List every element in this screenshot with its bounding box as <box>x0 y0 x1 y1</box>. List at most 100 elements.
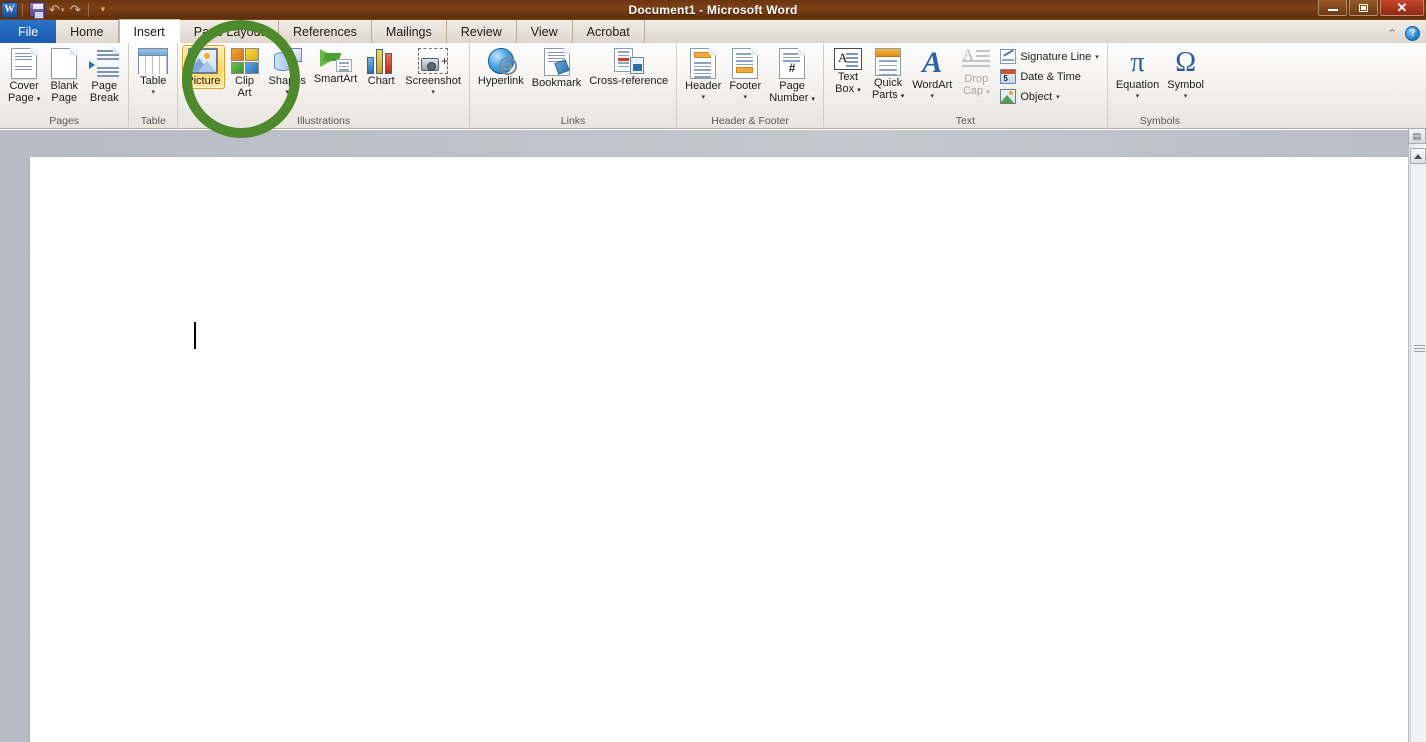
equation-icon: π <box>1130 47 1145 78</box>
chevron-down-icon: ▾ <box>701 93 705 101</box>
chevron-down-icon: ▾ <box>811 95 815 103</box>
header-icon <box>690 48 717 79</box>
close-button[interactable]: ✕ <box>1380 0 1424 16</box>
equation-button[interactable]: π Equation ▾ <box>1112 45 1163 101</box>
title-bar: W ↶ ▾ ↷ ▾ Document1 - Microsoft Word ✕ <box>0 0 1426 19</box>
wordart-label: WordArt <box>912 79 953 91</box>
bookmark-icon <box>543 48 570 76</box>
clip-art-button[interactable]: Clip Art <box>225 45 265 100</box>
page-number-label-2: Number ▾ <box>769 91 815 104</box>
symbol-button[interactable]: Ω Symbol ▾ <box>1163 45 1208 101</box>
redo-icon: ↷ <box>69 1 81 17</box>
tab-insert[interactable]: Insert <box>118 19 180 43</box>
quick-parts-button[interactable]: Quick Parts ▾ <box>868 45 908 103</box>
window-controls: ✕ <box>1318 0 1424 16</box>
chevron-down-icon: ▾ <box>431 88 435 96</box>
drop-cap-label-2: Cap ▾ <box>962 84 990 97</box>
chart-button[interactable]: Chart <box>361 45 401 89</box>
text-box-label-2: Box ▾ <box>835 82 861 95</box>
document-canvas[interactable] <box>0 130 1426 742</box>
cover-page-icon <box>11 48 38 79</box>
picture-button[interactable]: Picture <box>182 45 225 89</box>
tab-view[interactable]: View <box>516 20 573 43</box>
view-ruler-button[interactable]: ▤ <box>1408 128 1426 144</box>
table-button[interactable]: Table ▾ <box>133 45 173 97</box>
footer-button[interactable]: Footer ▾ <box>725 45 765 102</box>
page-break-button[interactable]: Page Break <box>84 45 124 105</box>
chevron-down-icon: ▾ <box>1135 92 1140 100</box>
save-icon <box>29 2 45 19</box>
scrollbar-track[interactable] <box>1410 165 1425 741</box>
signature-line-label: Signature Line <box>1020 50 1092 63</box>
tab-review[interactable]: Review <box>446 20 517 43</box>
vertical-scrollbar[interactable]: ▤ <box>1408 128 1426 742</box>
picture-label: Picture <box>186 75 221 87</box>
date-and-time-button[interactable]: 5 Date & Time <box>996 67 1102 86</box>
cross-reference-label: Cross-reference <box>589 75 669 87</box>
chevron-down-icon: ▾ <box>1095 53 1099 61</box>
ribbon-group-pages: Cover Page ▾ Blank Page Page Break Pages <box>0 43 128 129</box>
object-button[interactable]: Object ▾ <box>996 87 1102 106</box>
word-logo-icon: W <box>1 1 18 18</box>
smartart-button[interactable]: SmartArt <box>310 45 361 87</box>
group-label-pages: Pages <box>49 115 80 127</box>
blank-page-button[interactable]: Blank Page <box>44 45 84 105</box>
qat-separator-2 <box>88 2 90 17</box>
text-group-small-buttons: Signature Line ▾ 5 Date & Time Object ▾ <box>996 45 1102 106</box>
bookmark-label: Bookmark <box>531 77 582 89</box>
footer-icon <box>732 48 759 79</box>
tab-acrobat[interactable]: Acrobat <box>572 20 645 43</box>
wordart-button[interactable]: A WordArt ▾ <box>908 45 956 101</box>
chevron-down-icon: ▾ <box>743 93 747 101</box>
triangle-up-icon <box>1414 153 1422 159</box>
ribbon: ⌃ ? Cover Page ▾ Blank Page Page Break P… <box>0 26 1426 129</box>
qat-redo-button[interactable]: ↷ <box>66 1 84 18</box>
help-button[interactable]: ? <box>1405 26 1420 41</box>
document-page[interactable] <box>30 157 1408 742</box>
page-number-icon: # <box>779 48 806 79</box>
cover-page-label-2: Page ▾ <box>8 91 41 104</box>
collapse-ribbon-icon[interactable]: ⌃ <box>1388 27 1397 40</box>
group-label-table: Table <box>140 115 166 127</box>
page-break-icon <box>89 47 121 79</box>
tab-file[interactable]: File <box>0 20 57 43</box>
tab-home[interactable]: Home <box>56 20 119 43</box>
window-title: Document1 - Microsoft Word <box>628 2 798 17</box>
scroll-up-button[interactable] <box>1410 148 1426 164</box>
chevron-down-icon: ▾ <box>857 86 861 94</box>
screenshot-label: Screenshot <box>405 75 461 87</box>
header-button[interactable]: Header ▾ <box>681 45 725 102</box>
restore-button[interactable] <box>1349 0 1378 16</box>
screenshot-button[interactable]: + Screenshot ▾ <box>401 45 465 97</box>
ribbon-group-text: A Text Box ▾ Quick Parts ▾ A WordArt ▾ A… <box>822 43 1107 129</box>
page-break-label-2: Break <box>89 91 119 104</box>
ribbon-tab-strip: File Home Insert Page Layout References … <box>0 19 1426 43</box>
drop-cap-button[interactable]: A Drop Cap ▾ <box>956 45 996 99</box>
tab-mailings[interactable]: Mailings <box>371 20 447 43</box>
signature-line-button[interactable]: Signature Line ▾ <box>996 47 1102 66</box>
page-number-button[interactable]: # Page Number ▾ <box>765 45 819 106</box>
split-bar-handle[interactable] <box>1414 345 1425 352</box>
text-box-button[interactable]: A Text Box ▾ <box>828 45 868 97</box>
cross-reference-button[interactable]: Cross-reference <box>585 45 672 89</box>
qat-customize-button[interactable]: ▾ <box>93 1 111 18</box>
ribbon-group-illustrations: Picture Clip Art Shapes ▾ SmartArt Chart… <box>177 43 469 129</box>
word-window: W ↶ ▾ ↷ ▾ Document1 - Microsoft Word ✕ F… <box>0 0 1426 742</box>
smartart-icon <box>319 48 352 72</box>
tab-strip-filler <box>644 20 1426 43</box>
ribbon-group-symbols: π Equation ▾ Ω Symbol ▾ Symbols <box>1106 43 1212 129</box>
chart-icon <box>367 48 395 74</box>
shapes-button[interactable]: Shapes ▾ <box>265 45 310 97</box>
smartart-label: SmartArt <box>313 73 358 85</box>
chevron-down-icon: ▾ <box>285 88 289 96</box>
qat-undo-button[interactable]: ↶ ▾ <box>47 1 66 18</box>
tab-references[interactable]: References <box>278 20 372 43</box>
cover-page-button[interactable]: Cover Page ▾ <box>4 45 44 106</box>
text-box-icon: A <box>833 48 862 70</box>
hyperlink-button[interactable]: Hyperlink <box>474 45 528 89</box>
minimize-button[interactable] <box>1318 0 1347 16</box>
qat-save-button[interactable] <box>27 1 47 19</box>
clip-art-icon <box>230 48 259 74</box>
bookmark-button[interactable]: Bookmark <box>528 45 586 91</box>
tab-page-layout[interactable]: Page Layout <box>179 20 279 43</box>
